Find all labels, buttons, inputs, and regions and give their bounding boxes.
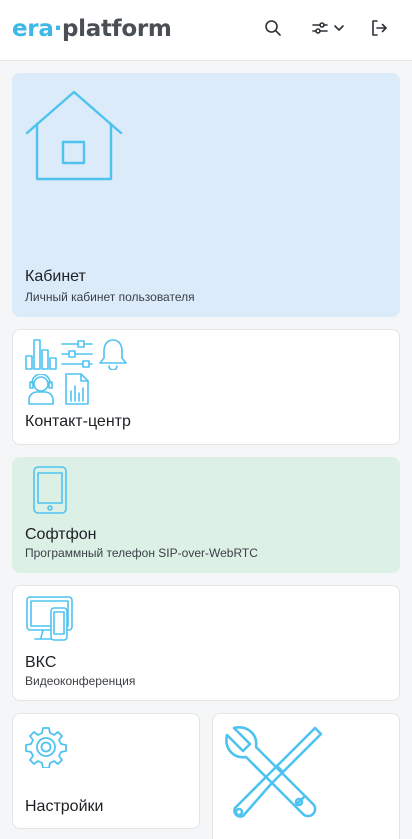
card-contact-center[interactable]: Контакт-центр: [12, 329, 400, 445]
devices-icon: [25, 596, 75, 642]
card-subtitle: Программный телефон SIP-over-WebRTC: [25, 546, 258, 560]
card-title: Настройки: [25, 798, 104, 815]
bar-chart-icon: [25, 338, 57, 370]
search-button[interactable]: [262, 18, 284, 42]
settings-dropdown-button[interactable]: [308, 18, 348, 42]
card-softphone[interactable]: Софтфон Программный телефон SIP-over-Web…: [12, 457, 400, 573]
card-title: Контакт-центр: [25, 413, 131, 430]
card-cabinet[interactable]: Кабинет Личный кабинет пользователя: [12, 73, 400, 317]
app-header: era·platform: [0, 0, 412, 61]
sliders-icon: [311, 19, 329, 42]
search-icon: [264, 19, 282, 42]
gear-icon: [25, 726, 67, 768]
sliders-icon: [61, 340, 93, 368]
chevron-down-icon: [333, 21, 345, 39]
card-vks[interactable]: ВКС Видеоконференция: [12, 585, 400, 701]
card-title: ВКС: [25, 654, 57, 671]
smartphone-icon: [32, 466, 68, 514]
house-icon: [25, 89, 123, 181]
logo-dot: ·: [53, 16, 63, 42]
logout-button[interactable]: [368, 18, 390, 42]
card-subtitle: Видеоконференция: [25, 674, 136, 688]
logo-platform: platform: [62, 16, 172, 42]
card-tools[interactable]: [212, 713, 400, 839]
card-subtitle: Личный кабинет пользователя: [25, 290, 195, 304]
bell-icon: [98, 338, 128, 370]
card-title: Кабинет: [25, 268, 86, 285]
card-settings[interactable]: Настройки: [12, 713, 200, 829]
logo-era: era: [12, 16, 54, 42]
report-icon: [64, 373, 90, 405]
card-title: Софтфон: [25, 526, 97, 543]
operator-icon: [27, 374, 55, 405]
logout-icon: [370, 19, 388, 42]
logo[interactable]: era·platform: [12, 13, 172, 45]
tools-icon: [225, 726, 323, 824]
